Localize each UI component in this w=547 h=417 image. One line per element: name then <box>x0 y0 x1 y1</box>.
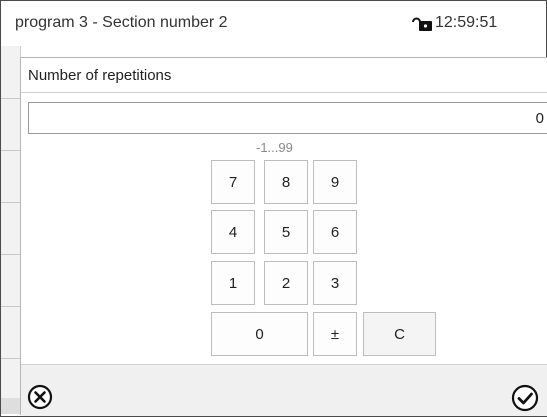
number-entry-dialog: Number of repetitions 0 -1...99 7 8 9 4 … <box>20 57 547 416</box>
key-sign[interactable]: ± <box>313 312 357 356</box>
key-clear[interactable]: C <box>363 312 436 356</box>
unlock-icon <box>412 17 432 31</box>
key-5[interactable]: 5 <box>264 210 308 254</box>
key-0[interactable]: 0 <box>211 312 308 356</box>
background-list-edge <box>1 46 21 414</box>
key-1[interactable]: 1 <box>211 261 255 305</box>
range-hint: -1...99 <box>256 140 293 155</box>
cancel-circle-x-icon[interactable] <box>27 384 53 410</box>
status-time: 12:59:51 <box>435 14 498 31</box>
status-bar: program 3 - Section number 2 12:59:51 <box>1 1 546 45</box>
dialog-title: Number of repetitions <box>28 67 172 84</box>
dialog-footer <box>21 364 547 416</box>
dialog-divider <box>21 92 547 93</box>
key-2[interactable]: 2 <box>264 261 308 305</box>
key-8[interactable]: 8 <box>264 160 308 204</box>
confirm-circle-check-icon[interactable] <box>511 384 539 412</box>
key-9[interactable]: 9 <box>313 160 357 204</box>
key-4[interactable]: 4 <box>211 210 255 254</box>
status-title: program 3 - Section number 2 <box>15 14 228 31</box>
value-input[interactable]: 0 <box>28 102 547 134</box>
key-7[interactable]: 7 <box>211 160 255 204</box>
key-6[interactable]: 6 <box>313 210 357 254</box>
key-3[interactable]: 3 <box>313 261 357 305</box>
value-text: 0 <box>535 110 544 127</box>
